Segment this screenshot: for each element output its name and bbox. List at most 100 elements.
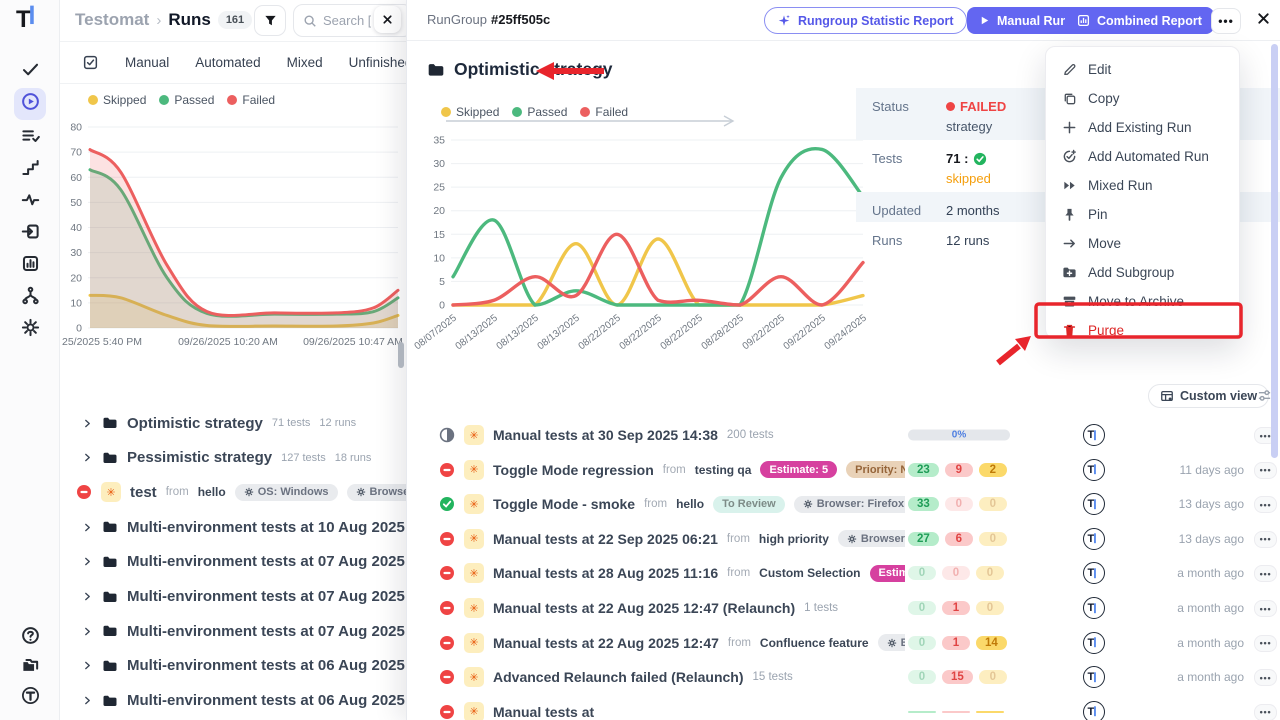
chevron-right-icon[interactable] [82, 626, 93, 637]
run-more-button[interactable]: ••• [1254, 669, 1277, 686]
tab-automated[interactable]: Automated [195, 55, 260, 70]
run-more-button[interactable]: ••• [1254, 600, 1277, 617]
sidebar-item-folders[interactable] [14, 652, 46, 684]
custom-view-button[interactable]: Custom view [1148, 384, 1269, 408]
from-label: from [727, 567, 750, 579]
chevron-right-icon[interactable] [82, 452, 93, 463]
folder-plus-icon [1061, 265, 1077, 280]
combined-report-button[interactable]: Combined Report [1065, 7, 1214, 34]
select-all-icon[interactable] [82, 54, 99, 71]
tab-mixed[interactable]: Mixed [287, 55, 323, 70]
failed-status-icon [439, 704, 455, 720]
rungroup-statistic-report-button[interactable]: Rungroup Statistic Report [764, 7, 967, 34]
svg-text:0: 0 [439, 300, 445, 312]
run-row[interactable]: ✳Advanced Relaunch failed (Relaunch)15 t… [421, 662, 1280, 692]
group-list-item[interactable]: Pessimistic strategy127 tests18 runs [60, 443, 406, 473]
run-row[interactable]: ✳Manual tests at 22 Aug 2025 12:47 (Rela… [421, 593, 1280, 623]
search-clear-button[interactable] [374, 6, 401, 33]
group-name: Pessimistic strategy [127, 449, 272, 466]
run-row[interactable]: ✳Manual tests atT▎••• [421, 697, 1280, 720]
run-more-button[interactable]: ••• [1254, 704, 1277, 720]
failed-status-icon [76, 484, 92, 500]
run-row[interactable]: ✳Manual tests at 22 Sep 2025 06:21fromhi… [421, 524, 1280, 554]
run-row[interactable]: ✳Toggle Mode - smokefromhelloTo ReviewBr… [421, 489, 1280, 519]
run-row[interactable]: ✳Manual tests at 22 Aug 2025 12:47fromCo… [421, 628, 1280, 658]
group-list-item[interactable]: Multi-environment tests at 10 Aug 2025 1… [60, 512, 406, 542]
sidebar-item-check[interactable] [14, 56, 46, 88]
group-list-item[interactable]: Optimistic strategy71 tests12 runs [60, 408, 406, 438]
run-row[interactable]: ✳Toggle Mode regressionfromtesting qaEst… [421, 455, 1280, 485]
chevron-right-icon[interactable] [82, 695, 93, 706]
menu-item-add-existing-run[interactable]: Add Existing Run [1046, 113, 1239, 142]
count-pill-green: 0 [908, 566, 936, 580]
logo-tick-icon: ▎ [31, 7, 43, 24]
run-more-button[interactable]: ••• [1254, 462, 1277, 479]
run-row[interactable]: ✳Manual tests at 28 Aug 2025 11:16fromCu… [421, 558, 1280, 588]
runs-history-chart: 0102030405060708025/2025 5:40 PM09/26/20… [60, 108, 406, 360]
menu-item-mixed-run[interactable]: Mixed Run [1046, 171, 1239, 200]
run-list-item[interactable]: ✳testfromhelloOS: WindowsBrowser: Chrome [60, 477, 406, 507]
run-more-button[interactable]: ••• [1254, 635, 1277, 652]
modal-close-button[interactable] [1256, 11, 1271, 26]
summary-label: Runs [872, 233, 902, 248]
run-row[interactable]: ✳Manual tests at 30 Sep 2025 14:38200 te… [421, 420, 1280, 450]
sidebar-item-play-circle[interactable] [14, 88, 46, 120]
group-list-item[interactable]: Multi-environment tests at 07 Aug 2025 1… [60, 547, 406, 577]
chevron-right-icon[interactable] [82, 522, 93, 533]
svg-text:0: 0 [76, 323, 82, 335]
folder-icon [427, 61, 445, 79]
manual-run-button[interactable]: Manual Run [967, 7, 1080, 34]
breadcrumb-page[interactable]: Runs [168, 10, 211, 30]
gear-icon [244, 487, 254, 497]
menu-item-purge[interactable]: Purge [1046, 316, 1239, 345]
sidebar-item-logo-badge[interactable] [14, 682, 46, 714]
count-pill-green: 33 [908, 497, 939, 511]
modal-scrollbar[interactable] [1271, 44, 1278, 458]
rungroup-runs-list: ✳Manual tests at 30 Sep 2025 14:38200 te… [421, 412, 1280, 720]
menu-item-pin[interactable]: Pin [1046, 200, 1239, 229]
menu-item-copy[interactable]: Copy [1046, 84, 1239, 113]
svg-text:09/26/2025 10:47 AM: 09/26/2025 10:47 AM [303, 336, 403, 348]
menu-item-move[interactable]: Move [1046, 229, 1239, 258]
menu-item-edit[interactable]: Edit [1046, 55, 1239, 84]
tab-manual[interactable]: Manual [125, 55, 169, 70]
sidebar-item-help[interactable] [14, 622, 46, 654]
run-timestamp: 11 days ago [1180, 463, 1245, 477]
sidebar-item-pulse[interactable] [14, 186, 46, 218]
gear-icon [847, 534, 857, 544]
rungroup-more-button[interactable]: ••• [1211, 8, 1241, 34]
avatar: T▎ [1083, 632, 1105, 654]
sidebar-item-branch[interactable] [14, 282, 46, 314]
sidebar-item-gear[interactable] [14, 314, 46, 346]
run-tests-count: 200 tests [727, 429, 774, 441]
sidebar-item-import[interactable] [14, 218, 46, 250]
run-more-button[interactable]: ••• [1254, 496, 1277, 513]
svg-text:09/22/2025: 09/22/2025 [741, 312, 788, 352]
group-list-item[interactable]: Multi-environment tests at 07 Aug 2025 1… [60, 582, 406, 612]
passed-status-icon [439, 496, 455, 512]
app-logo[interactable]: T▎ [16, 6, 42, 34]
group-list-item[interactable]: Multi-environment tests at 07 Aug 2025 1… [60, 616, 406, 646]
menu-item-add-subgroup[interactable]: Add Subgroup [1046, 258, 1239, 287]
chevron-right-icon[interactable] [82, 660, 93, 671]
chevron-right-icon[interactable] [82, 556, 93, 567]
rungroup-modal-header: RunGroup#25ff505c Rungroup Statistic Rep… [407, 0, 1280, 41]
sidebar-item-list-check[interactable] [14, 122, 46, 154]
sparkles-icon [777, 14, 791, 28]
breadcrumb-app[interactable]: Testomat [75, 10, 149, 30]
chevron-right-icon[interactable] [82, 418, 93, 429]
filter-button[interactable] [254, 5, 286, 36]
run-more-button[interactable]: ••• [1254, 565, 1277, 582]
group-list-item[interactable]: Multi-environment tests at 06 Aug 2025 1… [60, 686, 406, 716]
menu-item-add-automated-run[interactable]: Add Automated Run [1046, 142, 1239, 171]
menu-item-move-to-archive[interactable]: Move to Archive [1046, 287, 1239, 316]
sidebar-item-steps[interactable] [14, 154, 46, 186]
sidebar-item-report[interactable] [14, 250, 46, 282]
tab-unfinished[interactable]: Unfinished [349, 55, 406, 70]
run-name: test [130, 484, 157, 501]
run-more-button[interactable]: ••• [1254, 531, 1277, 548]
chevron-right-icon[interactable] [82, 591, 93, 602]
left-panel-scrollbar[interactable] [398, 342, 404, 368]
group-list-item[interactable]: Multi-environment tests at 06 Aug 2025 1… [60, 651, 406, 681]
list-settings-icon[interactable] [1257, 388, 1272, 403]
